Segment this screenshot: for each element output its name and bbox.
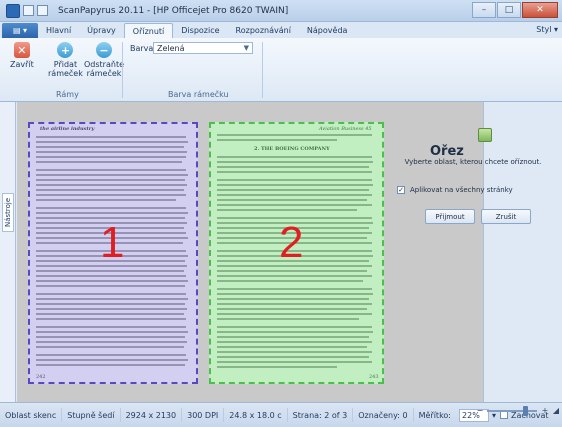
- tools-side-panel: Nástroje: [0, 102, 16, 412]
- zoom-in-button[interactable]: +: [540, 406, 550, 416]
- tab-recognition[interactable]: Rozpoznávání: [228, 23, 299, 38]
- keep-zoom-checkbox[interactable]: [500, 411, 509, 419]
- status-page: Strana: 2 of 3: [288, 408, 354, 422]
- ribbon-panel: ✕ Zavřít + Přidat rámeček − Odstraňte rá…: [0, 38, 562, 102]
- close-icon: ✕: [13, 42, 30, 58]
- tab-edit[interactable]: Úpravy: [79, 23, 124, 38]
- style-menu[interactable]: Styl ▾: [536, 25, 558, 34]
- crop-panel-title: Ořez: [430, 144, 464, 159]
- chevron-down-icon: ▼: [243, 44, 249, 52]
- crop-panel-description: Vyberte oblast, kterou chcete oříznout.: [404, 158, 542, 166]
- group-separator: [122, 42, 123, 98]
- maximize-button[interactable]: □: [497, 2, 521, 18]
- crop-frame-2-number: 2: [279, 218, 304, 267]
- scan-canvas[interactable]: the airline industry 242 1 Aviation Busi…: [17, 102, 484, 402]
- pencil-icon: [478, 128, 492, 142]
- title-bar: ScanPapyrus 20.11 - [HP Officejet Pro 86…: [0, 0, 562, 22]
- group-separator: [262, 42, 263, 98]
- status-scan-area: Oblast skenc: [0, 408, 63, 422]
- ribbon-tab-bar: ▤ ▾ Hlavní Úpravy Oříznutí Dispozice Roz…: [0, 22, 562, 38]
- accept-button[interactable]: Přijmout: [425, 209, 475, 224]
- left-page[interactable]: the airline industry 242 1: [28, 122, 198, 384]
- apply-all-checkbox[interactable]: ✓: [397, 186, 405, 194]
- status-scale-label: Měřítko:: [418, 410, 452, 420]
- zoom-slider-thumb[interactable]: [523, 406, 528, 416]
- status-dpi: 300 DPI: [182, 408, 225, 422]
- status-marked: Označeny: 0: [353, 408, 414, 422]
- file-menu-button[interactable]: ▤ ▾: [2, 23, 38, 38]
- apply-all-label: Aplikovat na všechny stránky: [410, 186, 513, 194]
- close-window-button[interactable]: ✕: [522, 2, 558, 18]
- frame-color-select[interactable]: Zelená ▼: [153, 42, 253, 54]
- right-page[interactable]: Aviation Business 45 2. THE BOEING COMPA…: [209, 122, 384, 384]
- minus-icon: −: [96, 42, 112, 58]
- status-color-mode: Stupně šedí: [62, 408, 121, 422]
- close-frame-button[interactable]: ✕ Zavřít: [10, 42, 34, 69]
- status-dimensions: 2924 x 2130: [121, 408, 183, 422]
- window-title: ScanPapyrus 20.11 - [HP Officejet Pro 86…: [58, 5, 289, 16]
- quick-access-dropdown-icon[interactable]: [37, 5, 48, 16]
- tab-help[interactable]: Nápověda: [299, 23, 356, 38]
- zoom-out-button[interactable]: −: [475, 406, 485, 416]
- tab-crop[interactable]: Oříznutí: [123, 23, 174, 38]
- crop-frame-1-number: 1: [100, 218, 125, 267]
- status-size: 24.8 x 18.0 c: [224, 408, 288, 422]
- minimize-button[interactable]: –: [472, 2, 496, 18]
- group-label-frames: Rámy: [56, 90, 79, 99]
- frame-color-value: Zelená: [157, 43, 185, 53]
- tools-side-tab[interactable]: Nástroje: [2, 192, 14, 232]
- tab-layout[interactable]: Dispozice: [173, 23, 227, 38]
- resize-grip-icon[interactable]: ◢: [551, 406, 561, 416]
- remove-frame-button[interactable]: − Odstraňte rámeček: [84, 42, 124, 78]
- cancel-button[interactable]: Zrušit: [481, 209, 531, 224]
- group-label-frame-color: Barva rámečku: [168, 90, 229, 99]
- app-icon: [6, 3, 20, 18]
- zoom-slider[interactable]: [487, 406, 537, 416]
- tab-main[interactable]: Hlavní: [38, 23, 79, 38]
- add-frame-button[interactable]: + Přidat rámeček: [48, 42, 83, 78]
- quick-access-icon[interactable]: [23, 5, 34, 16]
- plus-icon: +: [57, 42, 74, 58]
